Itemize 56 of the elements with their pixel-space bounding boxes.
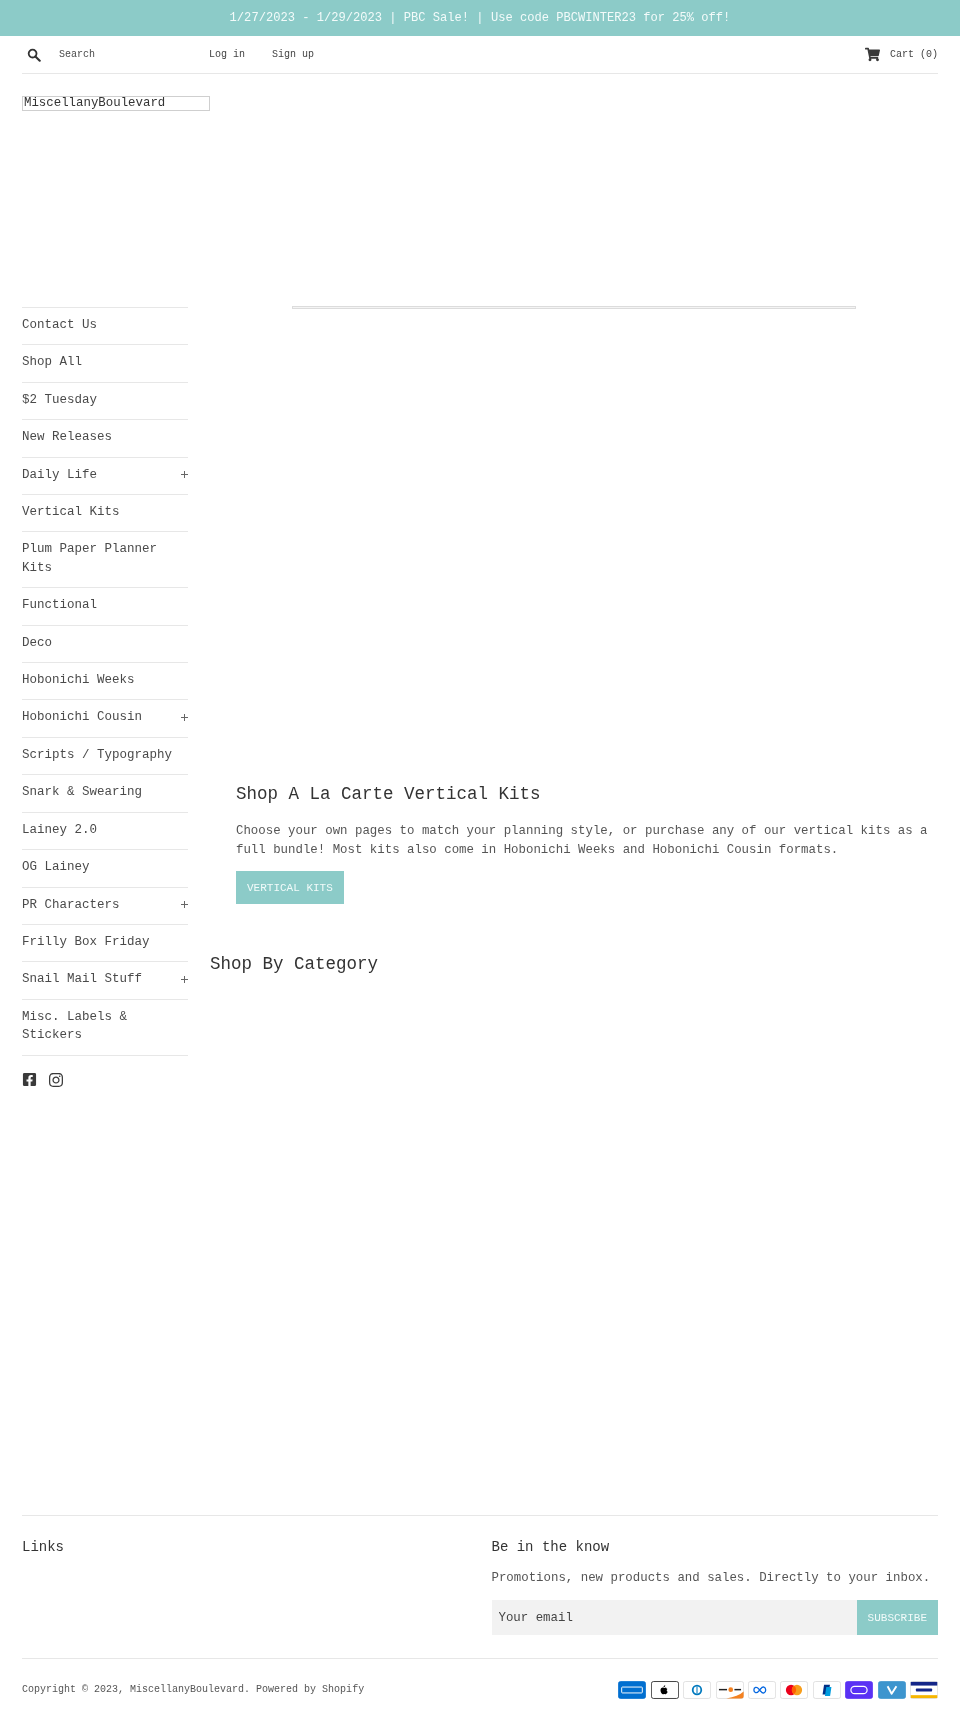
sidebar-link[interactable]: Hobonichi Weeks [22,662,188,700]
newsletter-text: Promotions, new products and sales. Directly to your inbox. [491,1570,932,1587]
section-heading: Shop By Category [210,953,380,975]
sidebar-link[interactable]: Shop All [22,344,188,382]
cart-icon [865,47,880,62]
sidebar-link[interactable]: PR Characters [22,886,188,924]
footer-heading: Be in the know [491,1539,611,1556]
payment-icon [683,1681,712,1699]
copyright-text: Copyright © 2023, MiscellanyBoulevard. Powered by Shopify [22,1683,365,1697]
store-name-link[interactable]: MiscellanyBoulevard [130,1684,245,1695]
sidebar-link[interactable]: Deco [22,624,188,663]
announcement-text: 1/27/2023 - 1/29/2023 | PBC Sale! | Use code PBCWINTER23 for 25% off! [229,10,731,26]
account-link[interactable]: Log in [209,47,245,62]
sidebar-link[interactable]: New Releases [22,419,188,457]
plus-icon[interactable] [181,976,188,983]
payment-icon [715,1681,744,1699]
section-description: Choose your own pages to match your planning style, or purchase any of our vertical kits as a full bundle! Most kits also come in Hobonichi Weeks and Hobonichi Cousin formats. [236,823,929,859]
sidebar-link[interactable]: Daily Life [22,456,188,495]
payment-icon [845,1681,874,1699]
email-field[interactable]: Your email [491,1600,857,1635]
sidebar-link[interactable]: Functional [22,587,188,625]
payment-icon [780,1681,809,1699]
sidebar-link[interactable]: Snail Mail Stuff [22,961,188,999]
sidebar-link[interactable]: Scripts / Typography [22,736,188,775]
account-link[interactable]: Sign up [272,47,315,62]
footer-heading: Links [22,1539,65,1556]
sidebar-link[interactable]: Snark & Swearing [22,774,188,812]
search-icon [27,47,41,62]
payment-icon [910,1681,938,1699]
sidebar-link[interactable]: $2 Tuesday [22,381,188,420]
sidebar-link[interactable]: Contact Us [22,307,188,345]
search-button[interactable] [27,47,41,62]
sidebar-link[interactable]: Lainey 2.0 [22,811,188,850]
payment-icon [618,1681,647,1699]
powered-by-link[interactable]: Powered by Shopify [256,1684,365,1695]
sidebar-link[interactable]: OG Lainey [22,849,188,887]
sidebar-link[interactable]: Hobonichi Cousin [22,699,188,737]
sidebar-link[interactable]: Plum Paper Planner Kits [22,531,188,588]
payment-icon [812,1681,841,1699]
cart-link[interactable]: Cart (0) [865,47,938,62]
sidebar-link[interactable]: Frilly Box Friday [22,923,188,962]
instagram-icon [48,1071,64,1088]
instagram-link[interactable] [48,1071,64,1088]
plus-icon[interactable] [181,471,188,479]
sidebar-link[interactable]: Vertical Kits [22,494,188,532]
store-logo[interactable]: MiscellanyBoulevard [22,96,210,111]
facebook-icon [22,1072,37,1088]
section-heading: Shop A La Carte Vertical Kits [236,784,542,805]
search-field[interactable]: Search [53,44,203,65]
plus-icon[interactable] [181,901,188,909]
facebook-link[interactable] [22,1072,37,1088]
payment-icon [748,1681,777,1699]
plus-icon[interactable] [181,714,188,722]
sidebar-link[interactable]: Misc. Labels & Stickers [22,998,188,1055]
payment-icon [650,1681,679,1699]
payment-icon [877,1681,906,1699]
